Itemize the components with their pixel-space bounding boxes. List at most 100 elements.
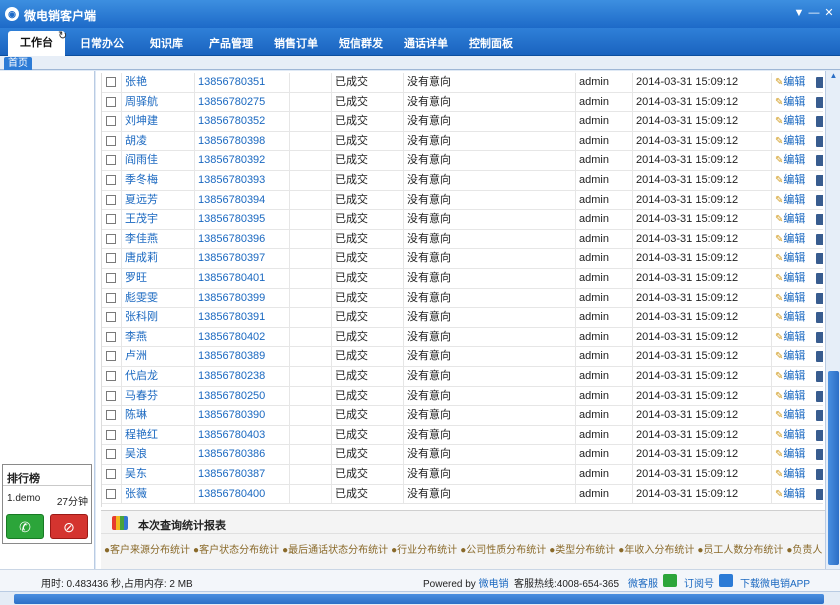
row-checkbox[interactable] xyxy=(106,273,116,283)
phone-number-link[interactable]: 13856780389 xyxy=(195,347,290,367)
delete-icon[interactable] xyxy=(816,390,823,402)
customer-name-link[interactable]: 彪雯雯 xyxy=(122,288,195,308)
row-checkbox[interactable] xyxy=(106,331,116,342)
delete-icon[interactable] xyxy=(816,273,823,284)
delete-icon[interactable] xyxy=(816,194,823,206)
customer-name-link[interactable]: 代启龙 xyxy=(122,367,195,386)
delete-icon[interactable] xyxy=(816,96,823,108)
edit-link[interactable]: ✎编辑 xyxy=(775,174,805,186)
customer-name-link[interactable]: 张薇 xyxy=(122,484,195,504)
table-row[interactable]: 李佳燕 13856780396 已成交 没有意向 admin 2014-03-31 15:… xyxy=(102,229,823,250)
row-checkbox[interactable] xyxy=(106,77,116,87)
edit-link[interactable]: ✎编辑 xyxy=(775,448,805,460)
customer-name-link[interactable]: 胡凌 xyxy=(122,131,195,151)
report-link[interactable]: ●行业分布统计 xyxy=(391,545,457,556)
row-checkbox[interactable] xyxy=(106,253,116,264)
phone-number-link[interactable]: 13856780400 xyxy=(195,484,290,504)
customer-name-link[interactable]: 卢洲 xyxy=(122,347,195,367)
row-checkbox[interactable] xyxy=(106,469,116,479)
hangup-button[interactable]: ⊘ xyxy=(50,514,88,539)
mobile-app-icon[interactable] xyxy=(719,574,733,587)
row-checkbox[interactable] xyxy=(106,390,116,401)
report-link[interactable]: ●年收入分布统计 xyxy=(618,545,694,556)
delete-icon[interactable] xyxy=(816,312,823,324)
scroll-thumb[interactable] xyxy=(14,594,824,604)
row-checkbox[interactable] xyxy=(106,292,116,303)
table-row[interactable]: 陈琳 13856780390 已成交 没有意向 admin 2014-03-31 15:0… xyxy=(102,406,823,426)
tab-home[interactable]: 首页 xyxy=(4,57,32,70)
edit-link[interactable]: ✎编辑 xyxy=(775,468,805,480)
customer-name-link[interactable]: 周驿航 xyxy=(122,92,195,112)
wechat-icon[interactable] xyxy=(663,574,677,587)
phone-number-link[interactable]: 13856780398 xyxy=(195,131,290,151)
delete-icon[interactable] xyxy=(816,429,823,441)
table-row[interactable]: 张艳 13856780351 已成交 没有意向 admin 2014-03-31 15:0… xyxy=(102,73,823,93)
edit-link[interactable]: ✎编辑 xyxy=(775,135,805,147)
table-row[interactable]: 罗旺 13856780401 已成交 没有意向 admin 2014-03-31 15:0… xyxy=(102,269,823,289)
phone-number-link[interactable]: 13856780351 xyxy=(195,73,290,92)
phone-number-link[interactable]: 13856780386 xyxy=(195,445,290,465)
row-checkbox[interactable] xyxy=(106,116,116,127)
edit-link[interactable]: ✎编辑 xyxy=(775,252,805,264)
edit-link[interactable]: ✎编辑 xyxy=(775,292,805,304)
customer-name-link[interactable]: 夏远芳 xyxy=(122,190,195,210)
edit-link[interactable]: ✎编辑 xyxy=(775,390,805,402)
tab-workbench[interactable]: 工作台 xyxy=(8,31,65,56)
row-checkbox[interactable] xyxy=(106,410,116,421)
edit-link[interactable]: ✎编辑 xyxy=(775,76,805,88)
phone-number-link[interactable]: 13856780394 xyxy=(195,190,290,210)
row-checkbox[interactable] xyxy=(106,135,116,146)
table-row[interactable]: 程艳红 13856780403 已成交 没有意向 admin 2014-03-31 15:… xyxy=(102,425,823,446)
report-link[interactable]: ●负责人 xyxy=(786,545,822,556)
customer-name-link[interactable]: 程艳红 xyxy=(122,425,195,445)
customer-name-link[interactable]: 李佳燕 xyxy=(122,229,195,249)
tab-call-records[interactable]: 通话详单 xyxy=(404,33,448,56)
minimize-button[interactable]: — xyxy=(807,6,821,20)
row-checkbox[interactable] xyxy=(106,449,116,460)
phone-number-link[interactable]: 13856780399 xyxy=(195,288,290,308)
delete-icon[interactable] xyxy=(816,214,823,226)
delete-icon[interactable] xyxy=(816,233,823,245)
brand-link[interactable]: 微电销 xyxy=(479,579,509,590)
phone-number-link[interactable]: 13856780403 xyxy=(195,425,290,445)
vertical-scrollbar[interactable]: ▲ xyxy=(825,71,840,569)
tab-sales-orders[interactable]: 销售订单 xyxy=(274,33,318,56)
delete-icon[interactable] xyxy=(816,135,823,147)
delete-icon[interactable] xyxy=(816,175,823,186)
phone-number-link[interactable]: 13856780387 xyxy=(195,465,290,484)
table-row[interactable]: 唐成莉 13856780397 已成交 没有意向 admin 2014-03-31 15:… xyxy=(102,249,823,269)
table-row[interactable]: 胡凌 13856780398 已成交 没有意向 admin 2014-03-31 15:0… xyxy=(102,131,823,152)
table-row[interactable]: 季冬梅 13856780393 已成交 没有意向 admin 2014-03-31 15:… xyxy=(102,171,823,191)
edit-link[interactable]: ✎编辑 xyxy=(775,154,805,166)
customer-name-link[interactable]: 吴东 xyxy=(122,465,195,484)
phone-number-link[interactable]: 13856780395 xyxy=(195,210,290,230)
report-link[interactable]: ●客户状态分布统计 xyxy=(193,545,279,556)
horizontal-scrollbar[interactable] xyxy=(0,591,840,605)
phone-number-link[interactable]: 13856780402 xyxy=(195,327,290,347)
tab-knowledge-base[interactable]: 知识库 xyxy=(150,33,183,56)
edit-link[interactable]: ✎编辑 xyxy=(775,409,805,421)
table-row[interactable]: 张薇 13856780400 已成交 没有意向 admin 2014-03-31 15:0… xyxy=(102,484,823,505)
report-link[interactable]: ●客户来源分布统计 xyxy=(104,545,190,556)
report-link[interactable]: ●最后通话状态分布统计 xyxy=(282,545,388,556)
delete-icon[interactable] xyxy=(816,155,823,167)
phone-number-link[interactable]: 13856780390 xyxy=(195,406,290,426)
customer-name-link[interactable]: 季冬梅 xyxy=(122,171,195,190)
edit-link[interactable]: ✎编辑 xyxy=(775,115,805,127)
table-row[interactable]: 张科刚 13856780391 已成交 没有意向 admin 2014-03-31 15:… xyxy=(102,308,823,328)
table-row[interactable]: 周驿航 13856780275 已成交 没有意向 admin 2014-03-31 15:… xyxy=(102,92,823,113)
edit-link[interactable]: ✎编辑 xyxy=(775,311,805,323)
customer-name-link[interactable]: 马春芬 xyxy=(122,386,195,406)
customer-name-link[interactable]: 张艳 xyxy=(122,73,195,92)
row-checkbox[interactable] xyxy=(106,351,116,362)
row-checkbox[interactable] xyxy=(106,155,116,166)
customer-name-link[interactable]: 王茂宇 xyxy=(122,210,195,230)
delete-icon[interactable] xyxy=(816,292,823,304)
table-row[interactable]: 刘坤建 13856780352 已成交 没有意向 admin 2014-03-31 15:… xyxy=(102,112,823,132)
edit-link[interactable]: ✎编辑 xyxy=(775,350,805,362)
phone-number-link[interactable]: 13856780393 xyxy=(195,171,290,190)
edit-link[interactable]: ✎编辑 xyxy=(775,370,805,382)
customer-name-link[interactable]: 刘坤建 xyxy=(122,112,195,132)
delete-icon[interactable] xyxy=(816,371,823,382)
customer-name-link[interactable]: 陈琳 xyxy=(122,406,195,426)
